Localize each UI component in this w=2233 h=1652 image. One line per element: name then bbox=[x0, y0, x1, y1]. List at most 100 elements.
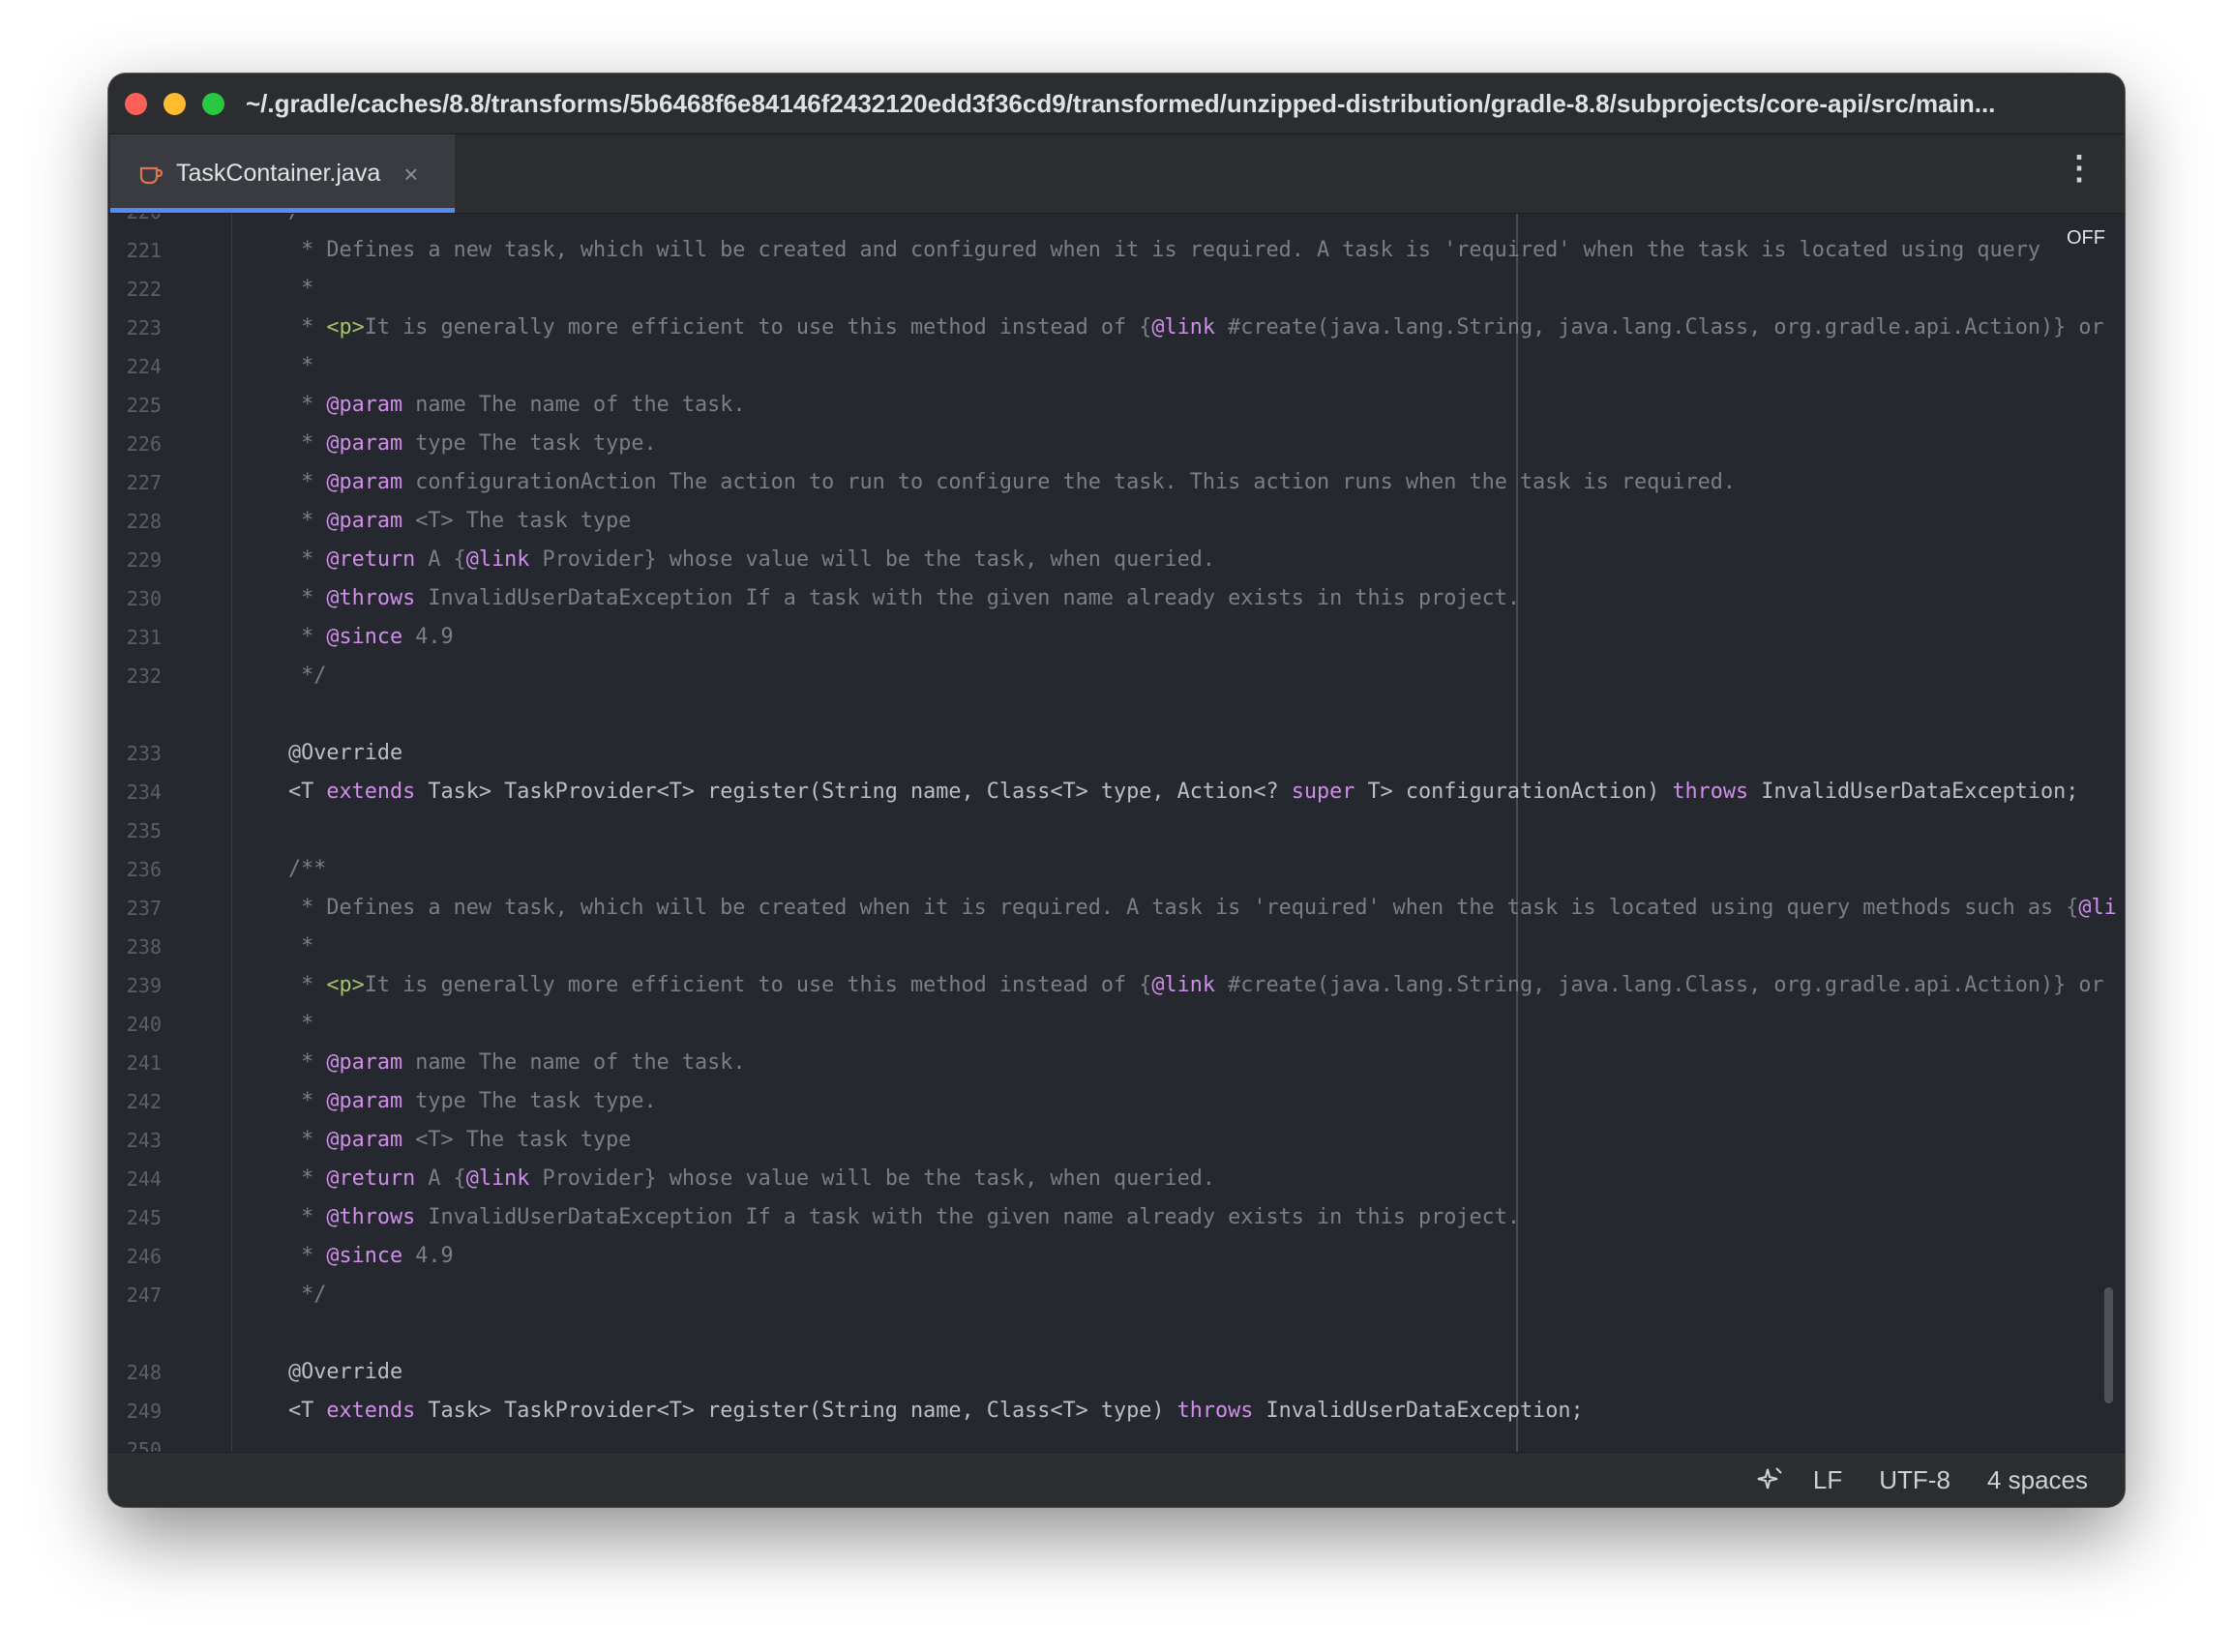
line-number[interactable]: 227 bbox=[108, 463, 162, 502]
tab-label: TaskContainer.java bbox=[176, 160, 381, 187]
code-line[interactable]: 222 * bbox=[108, 270, 2125, 309]
line-number[interactable]: 231 bbox=[108, 618, 162, 657]
code-line[interactable]: 247 */ bbox=[108, 1276, 2125, 1314]
ide-window: ~/.gradle/caches/8.8/transforms/5b6468f6… bbox=[108, 74, 2125, 1507]
line-number[interactable]: 241 bbox=[108, 1044, 162, 1082]
code-line[interactable]: 233 @Override bbox=[108, 734, 2125, 773]
code-line[interactable]: 248 @Override bbox=[108, 1353, 2125, 1392]
code-line[interactable]: 236 /** bbox=[108, 850, 2125, 889]
line-number[interactable]: 223 bbox=[108, 309, 162, 347]
code-line[interactable]: 249 <T extends Task> TaskProvider<T> regi… bbox=[108, 1392, 2125, 1431]
line-text: * Defines a new task, which will be crea… bbox=[288, 238, 2040, 262]
code-line[interactable]: 240 * bbox=[108, 1005, 2125, 1044]
java-file-icon bbox=[137, 160, 166, 189]
more-options-icon[interactable]: ⋮ bbox=[2063, 152, 2096, 185]
line-number[interactable]: 226 bbox=[108, 425, 162, 463]
code-line[interactable]: 223 * <p>It is generally more efficient … bbox=[108, 309, 2125, 347]
close-window-button[interactable] bbox=[125, 92, 147, 115]
line-number[interactable]: 250 bbox=[108, 1431, 162, 1453]
line-text: <T extends Task> TaskProvider<T> registe… bbox=[288, 780, 2079, 804]
line-number[interactable]: 249 bbox=[108, 1392, 162, 1431]
line-text: * @since 4.9 bbox=[288, 1244, 454, 1268]
code-line[interactable]: 235 bbox=[108, 811, 2125, 850]
code-line[interactable]: 232 */ bbox=[108, 657, 2125, 695]
line-text: @Override bbox=[288, 1360, 403, 1384]
line-number[interactable]: 245 bbox=[108, 1198, 162, 1237]
line-text: * bbox=[288, 354, 314, 378]
editor-tab-bar: TaskContainer.java × ⋮ bbox=[108, 134, 2125, 214]
line-number[interactable]: 235 bbox=[108, 811, 162, 850]
code-line[interactable]: 237 * Defines a new task, which will be … bbox=[108, 889, 2125, 928]
line-number[interactable]: 248 bbox=[108, 1353, 162, 1392]
code-line[interactable]: 244 * @return A {@link Provider} whose v… bbox=[108, 1160, 2125, 1198]
line-number[interactable]: 238 bbox=[108, 928, 162, 966]
line-number[interactable]: 233 bbox=[108, 734, 162, 773]
maximize-window-button[interactable] bbox=[202, 92, 224, 115]
line-number[interactable]: 230 bbox=[108, 579, 162, 618]
code-line[interactable]: 250 bbox=[108, 1431, 2125, 1453]
title-bar: ~/.gradle/caches/8.8/transforms/5b6468f6… bbox=[108, 74, 2125, 134]
line-text: * <p>It is generally more efficient to u… bbox=[288, 973, 2104, 997]
tab-close-icon[interactable]: × bbox=[403, 162, 418, 187]
code-line[interactable]: 224 * bbox=[108, 347, 2125, 386]
line-number[interactable]: 224 bbox=[108, 347, 162, 386]
vertical-scrollbar[interactable] bbox=[2104, 1287, 2113, 1403]
line-number[interactable]: 220 bbox=[108, 214, 162, 231]
tab-taskcontainer-java[interactable]: TaskContainer.java × bbox=[110, 134, 455, 213]
code-line[interactable]: 246 * @since 4.9 bbox=[108, 1237, 2125, 1276]
code-editor[interactable]: 220/**221 * Defines a new task, which wi… bbox=[108, 214, 2125, 1453]
line-number[interactable]: 239 bbox=[108, 966, 162, 1005]
sparkle-icon[interactable] bbox=[1755, 1465, 1784, 1494]
code-line[interactable]: 229 * @return A {@link Provider} whose v… bbox=[108, 541, 2125, 579]
code-line[interactable]: 230 * @throws InvalidUserDataException I… bbox=[108, 579, 2125, 618]
code-line[interactable]: 243 * @param <T> The task type bbox=[108, 1121, 2125, 1160]
code-line[interactable]: 226 * @param type The task type. bbox=[108, 425, 2125, 463]
indent-widget[interactable]: 4 spaces bbox=[1987, 1465, 2088, 1495]
line-number[interactable]: 229 bbox=[108, 541, 162, 579]
line-text: * Defines a new task, which will be crea… bbox=[288, 896, 2117, 920]
line-text: * @param type The task type. bbox=[288, 431, 657, 456]
line-text: * @param configurationAction The action … bbox=[288, 470, 1737, 494]
line-number[interactable]: 222 bbox=[108, 270, 162, 309]
line-text: * @throws InvalidUserDataException If a … bbox=[288, 1205, 1520, 1229]
line-number[interactable]: 243 bbox=[108, 1121, 162, 1160]
active-tab-indicator bbox=[110, 208, 455, 213]
line-number[interactable]: 232 bbox=[108, 657, 162, 695]
line-number[interactable]: 228 bbox=[108, 502, 162, 541]
inlay-toggle-off[interactable]: OFF bbox=[2067, 227, 2105, 250]
line-text: @Override bbox=[288, 741, 403, 765]
minimize-window-button[interactable] bbox=[164, 92, 186, 115]
line-text: * @param type The task type. bbox=[288, 1089, 657, 1113]
line-number[interactable]: 225 bbox=[108, 386, 162, 425]
line-separator-widget[interactable]: LF bbox=[1813, 1465, 1842, 1495]
line-text: <T extends Task> TaskProvider<T> registe… bbox=[288, 1399, 1584, 1423]
status-bar: LF UTF-8 4 spaces bbox=[108, 1452, 2125, 1507]
code-line[interactable]: 231 * @since 4.9 bbox=[108, 618, 2125, 657]
code-line[interactable]: 221 * Defines a new task, which will be … bbox=[108, 231, 2125, 270]
code-line[interactable]: 225 * @param name The name of the task. bbox=[108, 386, 2125, 425]
line-number[interactable]: 221 bbox=[108, 231, 162, 270]
line-number[interactable]: 242 bbox=[108, 1082, 162, 1121]
line-text: * <p>It is generally more efficient to u… bbox=[288, 315, 2104, 339]
code-line[interactable]: 220 /** bbox=[108, 214, 2125, 231]
line-text: * bbox=[288, 934, 314, 959]
line-number[interactable]: 237 bbox=[108, 889, 162, 928]
encoding-widget[interactable]: UTF-8 bbox=[1879, 1465, 1950, 1495]
code-line[interactable]: 242 * @param type The task type. bbox=[108, 1082, 2125, 1121]
line-number[interactable]: 244 bbox=[108, 1160, 162, 1198]
line-number[interactable]: 246 bbox=[108, 1237, 162, 1276]
line-number[interactable]: 236 bbox=[108, 850, 162, 889]
line-number[interactable]: 234 bbox=[108, 773, 162, 811]
code-line[interactable]: 238 * bbox=[108, 928, 2125, 966]
line-number[interactable]: 247 bbox=[108, 1276, 162, 1314]
line-text: * @param <T> The task type bbox=[288, 1128, 632, 1152]
line-text: /** bbox=[288, 214, 326, 231]
code-line[interactable]: 241 * @param name The name of the task. bbox=[108, 1044, 2125, 1082]
code-line[interactable]: 227 * @param configurationAction The act… bbox=[108, 463, 2125, 502]
line-text: * @param name The name of the task. bbox=[288, 393, 746, 417]
code-line[interactable]: 245 * @throws InvalidUserDataException I… bbox=[108, 1198, 2125, 1237]
code-line[interactable]: 234 <T extends Task> TaskProvider<T> regi… bbox=[108, 773, 2125, 811]
line-number[interactable]: 240 bbox=[108, 1005, 162, 1044]
code-line[interactable]: 239 * <p>It is generally more efficient … bbox=[108, 966, 2125, 1005]
code-line[interactable]: 228 * @param <T> The task type bbox=[108, 502, 2125, 541]
